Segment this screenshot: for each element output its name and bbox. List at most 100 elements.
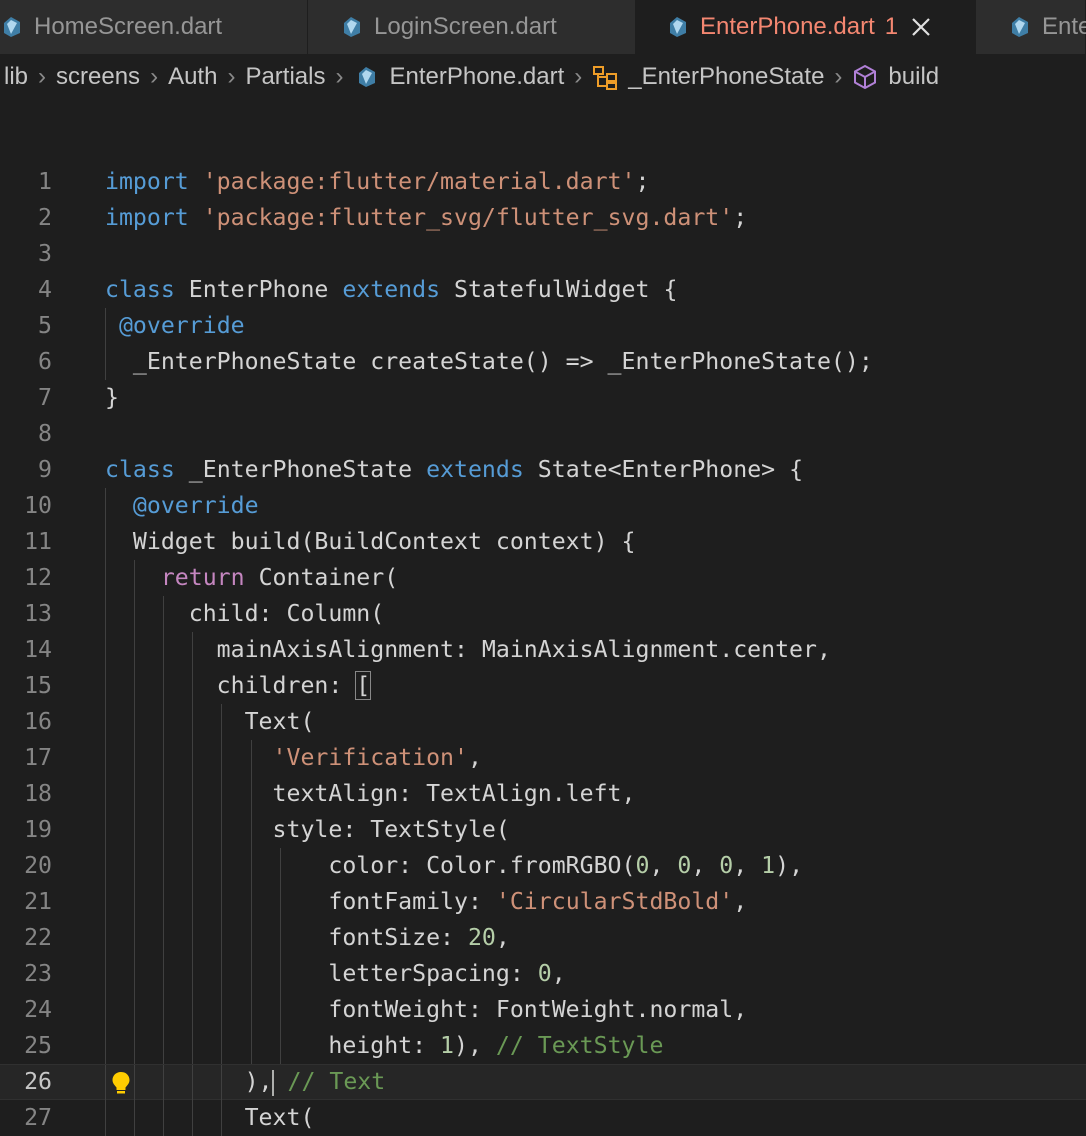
code-text: child: Column( <box>105 596 384 632</box>
code-line[interactable]: 8 <box>0 416 1086 452</box>
lightbulb-icon[interactable] <box>110 1070 132 1096</box>
chevron-right-icon: › <box>38 63 47 90</box>
code-line[interactable]: 27 Text( <box>0 1100 1086 1136</box>
code-text: _EnterPhoneState createState() => _Enter… <box>105 344 873 380</box>
breadcrumb-item-method[interactable]: build <box>852 63 939 91</box>
code-token: Widget build(BuildContext context) { <box>105 528 636 555</box>
code-line[interactable]: 16 Text( <box>0 704 1086 740</box>
code-line[interactable]: 20 color: Color.fromRGBO(0, 0, 0, 1), <box>0 848 1086 884</box>
code-number: 0 <box>537 960 552 987</box>
line-number: 11 <box>24 528 52 555</box>
line-number: 24 <box>24 996 52 1023</box>
code-token: ; <box>635 168 650 195</box>
code-keyword: return <box>160 564 245 591</box>
tab-label: HomeScreen.dart <box>34 13 223 40</box>
code-line[interactable]: 23 letterSpacing: 0, <box>0 956 1086 992</box>
code-text: letterSpacing: 0, <box>105 956 565 992</box>
breadcrumb-item-partials[interactable]: Partials <box>245 63 325 91</box>
breadcrumb-item-lib[interactable]: lib <box>4 63 28 91</box>
line-number: 3 <box>38 240 52 267</box>
code-line[interactable]: 17 'Verification', <box>0 740 1086 776</box>
code-keyword: class <box>105 456 175 483</box>
code-text: Text( <box>105 1100 315 1136</box>
code-line[interactable]: 19 style: TextStyle( <box>0 812 1086 848</box>
code-token: _EnterPhoneState <box>174 456 427 483</box>
chevron-right-icon: › <box>227 63 236 90</box>
breadcrumb-item-class[interactable]: _EnterPhoneState <box>592 63 824 91</box>
code-line[interactable]: 18 textAlign: TextAlign.left, <box>0 776 1086 812</box>
line-number: 9 <box>38 456 52 483</box>
code-line[interactable]: 22 fontSize: 20, <box>0 920 1086 956</box>
code-token: ), <box>454 1032 496 1059</box>
code-text: mainAxisAlignment: MainAxisAlignment.cen… <box>105 632 831 668</box>
code-token: fontFamily: <box>105 888 496 915</box>
line-number: 26 <box>24 1068 52 1095</box>
line-number: 8 <box>38 420 52 447</box>
tab-homescreen[interactable]: HomeScreen.dart <box>0 0 308 54</box>
code-editor[interactable]: 1 import 'package:flutter/material.dart';… <box>0 164 1086 1136</box>
code-line[interactable]: 25 height: 1), // TextStyle <box>0 1028 1086 1064</box>
code-token: fontWeight: FontWeight.normal, <box>105 996 748 1023</box>
line-number: 27 <box>24 1104 52 1131</box>
code-token: State<EnterPhone> { <box>523 456 804 483</box>
tab-label: LoginScreen.dart <box>374 13 557 40</box>
code-token: Container( <box>244 564 399 591</box>
line-number: 1 <box>38 168 52 195</box>
code-token: , <box>495 924 510 951</box>
code-token: _EnterPhoneState createState() => _Enter… <box>105 348 873 375</box>
code-line[interactable]: 5 @override <box>0 308 1086 344</box>
tab-loginscreen[interactable]: LoginScreen.dart <box>308 0 636 54</box>
code-line[interactable]: 9 class _EnterPhoneState extends State<En… <box>0 452 1086 488</box>
breadcrumb-item-screens[interactable]: screens <box>56 63 140 91</box>
breadcrumb: lib › screens › Auth › Partials › EnterP… <box>0 54 1086 100</box>
tab-overflow[interactable]: Ente <box>976 0 1086 54</box>
code-text: children: [ <box>105 668 372 704</box>
code-line[interactable]: 15 children: [ <box>0 668 1086 704</box>
code-token: letterSpacing: <box>105 960 538 987</box>
line-number: 4 <box>38 276 52 303</box>
line-number: 10 <box>24 492 52 519</box>
line-number: 15 <box>24 672 52 699</box>
dart-file-icon <box>670 17 686 37</box>
dart-file-icon <box>1012 17 1028 37</box>
code-line[interactable]: 10 @override <box>0 488 1086 524</box>
code-line[interactable]: 2 import 'package:flutter_svg/flutter_svg… <box>0 200 1086 236</box>
code-line[interactable]: 12 return Container( <box>0 560 1086 596</box>
code-token: , <box>467 744 482 771</box>
code-number: 1 <box>440 1032 455 1059</box>
code-line[interactable]: 24 fontWeight: FontWeight.normal, <box>0 992 1086 1028</box>
code-line[interactable]: 6 _EnterPhoneState createState() => _Ent… <box>0 344 1086 380</box>
line-number: 13 <box>24 600 52 627</box>
code-line[interactable]: 21 fontFamily: 'CircularStdBold', <box>0 884 1086 920</box>
chevron-right-icon: › <box>574 63 583 90</box>
breadcrumb-item-auth[interactable]: Auth <box>168 63 217 91</box>
line-number: 6 <box>38 348 52 375</box>
code-text: import 'package:flutter_svg/flutter_svg.… <box>105 200 747 236</box>
code-line[interactable]: 26 ), // Text <box>0 1064 1086 1101</box>
code-line[interactable]: 14 mainAxisAlignment: MainAxisAlignment.… <box>0 632 1086 668</box>
line-number: 14 <box>24 636 52 663</box>
code-token: , <box>733 852 762 879</box>
close-icon[interactable] <box>910 16 932 38</box>
code-keyword: extends <box>426 456 524 483</box>
code-line[interactable]: 3 <box>0 236 1086 272</box>
code-line[interactable]: 7} <box>0 380 1086 416</box>
dart-file-icon <box>359 67 376 87</box>
tab-label: EnterPhone.dart <box>700 13 875 40</box>
tab-enterphone[interactable]: EnterPhone.dart 1 <box>636 0 976 54</box>
code-token: fontSize: <box>105 924 468 951</box>
code-line[interactable]: 1 import 'package:flutter/material.dart'; <box>0 164 1086 200</box>
code-text: @override <box>105 488 259 524</box>
code-token: children: <box>105 672 357 699</box>
code-text: style: TextStyle( <box>105 812 510 848</box>
code-token: , <box>649 852 678 879</box>
code-line[interactable]: 4 class EnterPhone extends StatefulWidget… <box>0 272 1086 308</box>
code-line[interactable]: 11 Widget build(BuildContext context) { <box>0 524 1086 560</box>
code-text: height: 1), // TextStyle <box>105 1028 663 1064</box>
breadcrumb-item-file[interactable]: EnterPhone.dart <box>353 63 564 91</box>
line-number: 20 <box>24 852 52 879</box>
code-text: ), // Text <box>105 1065 385 1099</box>
code-line[interactable]: 13 child: Column( <box>0 596 1086 632</box>
